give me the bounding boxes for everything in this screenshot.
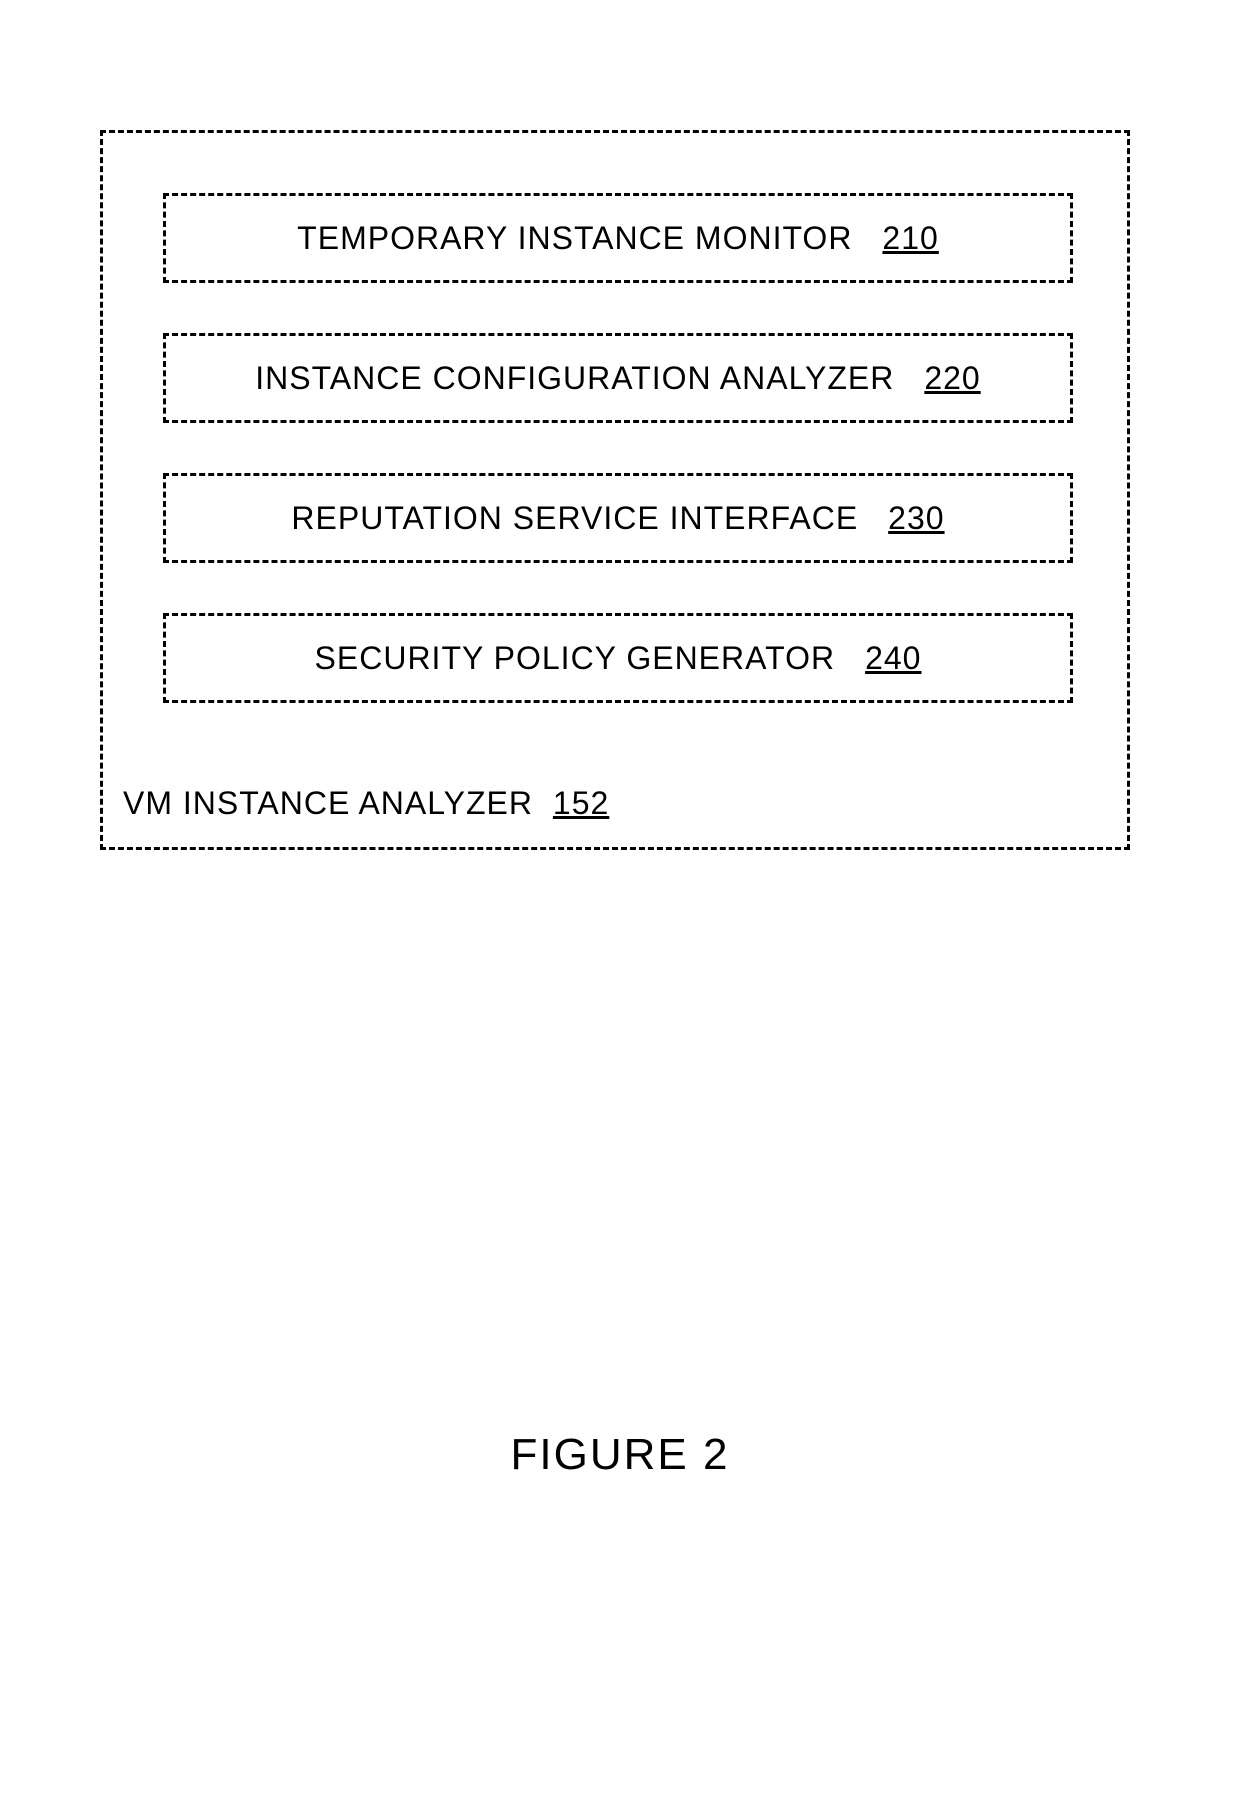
security-policy-generator-box: SECURITY POLICY GENERATOR 240 [163,613,1073,703]
container-ref: 152 [553,785,609,821]
box-label: SECURITY POLICY GENERATOR [315,640,836,677]
box-ref: 220 [924,360,980,397]
vm-instance-analyzer-container: TEMPORARY INSTANCE MONITOR 210 INSTANCE … [100,130,1130,850]
temporary-instance-monitor-box: TEMPORARY INSTANCE MONITOR 210 [163,193,1073,283]
box-label: REPUTATION SERVICE INTERFACE [291,500,858,537]
box-label: INSTANCE CONFIGURATION ANALYZER [255,360,894,397]
container-label: VM INSTANCE ANALYZER [123,785,533,821]
reputation-service-interface-box: REPUTATION SERVICE INTERFACE 230 [163,473,1073,563]
container-label-row: VM INSTANCE ANALYZER 152 [123,785,609,822]
box-ref: 210 [882,220,938,257]
box-ref: 230 [888,500,944,537]
box-label: TEMPORARY INSTANCE MONITOR [297,220,852,257]
figure-caption: FIGURE 2 [0,1430,1240,1480]
instance-configuration-analyzer-box: INSTANCE CONFIGURATION ANALYZER 220 [163,333,1073,423]
box-ref: 240 [865,640,921,677]
